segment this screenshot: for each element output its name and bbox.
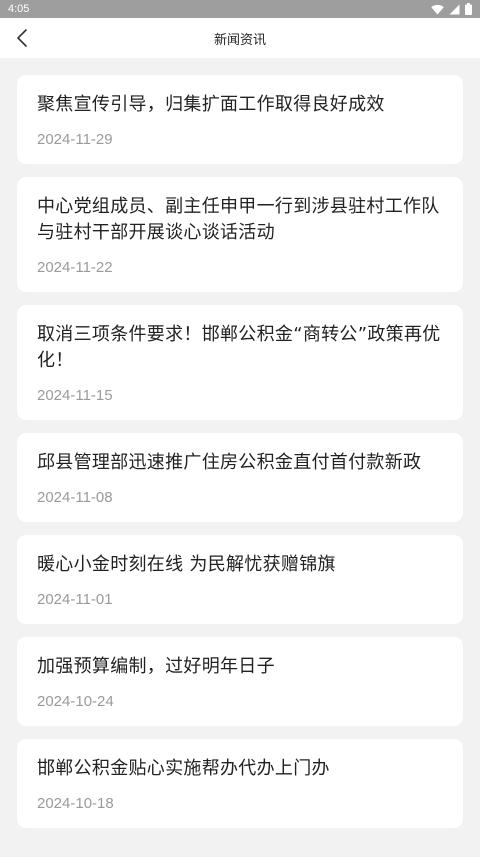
app-bar: 新闻资讯 (0, 18, 480, 58)
signal-icon (449, 4, 460, 14)
news-title: 取消三项条件要求！邯郸公积金“商转公”政策再优化！ (37, 324, 441, 371)
chevron-left-icon (17, 29, 27, 47)
news-card[interactable]: 邯郸公积金贴心实施帮办代办上门办 2024-10-18 (17, 739, 463, 828)
news-date: 2024-11-22 (37, 259, 113, 276)
status-bar: 4:05 (0, 0, 480, 18)
status-time: 4:05 (8, 3, 30, 15)
wifi-icon (431, 4, 444, 14)
news-title: 加强预算编制，过好明年日子 (37, 656, 275, 677)
battery-icon (465, 3, 472, 15)
news-card[interactable]: 加强预算编制，过好明年日子 2024-10-24 (17, 637, 463, 726)
news-list: 聚焦宣传引导，归集扩面工作取得良好成效 2024-11-29 中心党组成员、副主… (0, 58, 480, 828)
news-date: 2024-10-18 (37, 795, 114, 812)
news-date: 2024-11-01 (37, 591, 113, 608)
news-date: 2024-10-24 (37, 693, 114, 710)
news-date: 2024-11-15 (37, 387, 113, 404)
news-card[interactable]: 中心党组成员、副主任申甲一行到涉县驻村工作队与驻村干部开展谈心谈话活动 2024… (17, 177, 463, 292)
page-title: 新闻资讯 (213, 32, 266, 48)
news-title: 邯郸公积金贴心实施帮办代办上门办 (37, 758, 330, 779)
news-card[interactable]: 邱县管理部迅速推广住房公积金直付首付款新政 2024-11-08 (17, 433, 463, 522)
news-title: 暖心小金时刻在线 为民解忧获赠锦旗 (37, 554, 336, 575)
news-card[interactable]: 取消三项条件要求！邯郸公积金“商转公”政策再优化！ 2024-11-15 (17, 305, 463, 420)
back-button[interactable] (4, 18, 40, 58)
screen: 4:05 新闻资讯 聚焦宣传引导，归集扩面工作取得良好成效 2024-11-29 (0, 0, 480, 857)
news-card[interactable]: 暖心小金时刻在线 为民解忧获赠锦旗 2024-11-01 (17, 535, 463, 624)
news-title: 聚焦宣传引导，归集扩面工作取得良好成效 (37, 94, 385, 115)
news-date: 2024-11-29 (37, 131, 113, 148)
news-date: 2024-11-08 (37, 489, 113, 506)
news-title: 中心党组成员、副主任申甲一行到涉县驻村工作队与驻村干部开展谈心谈话活动 (37, 196, 440, 243)
news-title: 邱县管理部迅速推广住房公积金直付首付款新政 (37, 452, 422, 473)
status-icons (431, 3, 472, 15)
news-card[interactable]: 聚焦宣传引导，归集扩面工作取得良好成效 2024-11-29 (17, 75, 463, 164)
